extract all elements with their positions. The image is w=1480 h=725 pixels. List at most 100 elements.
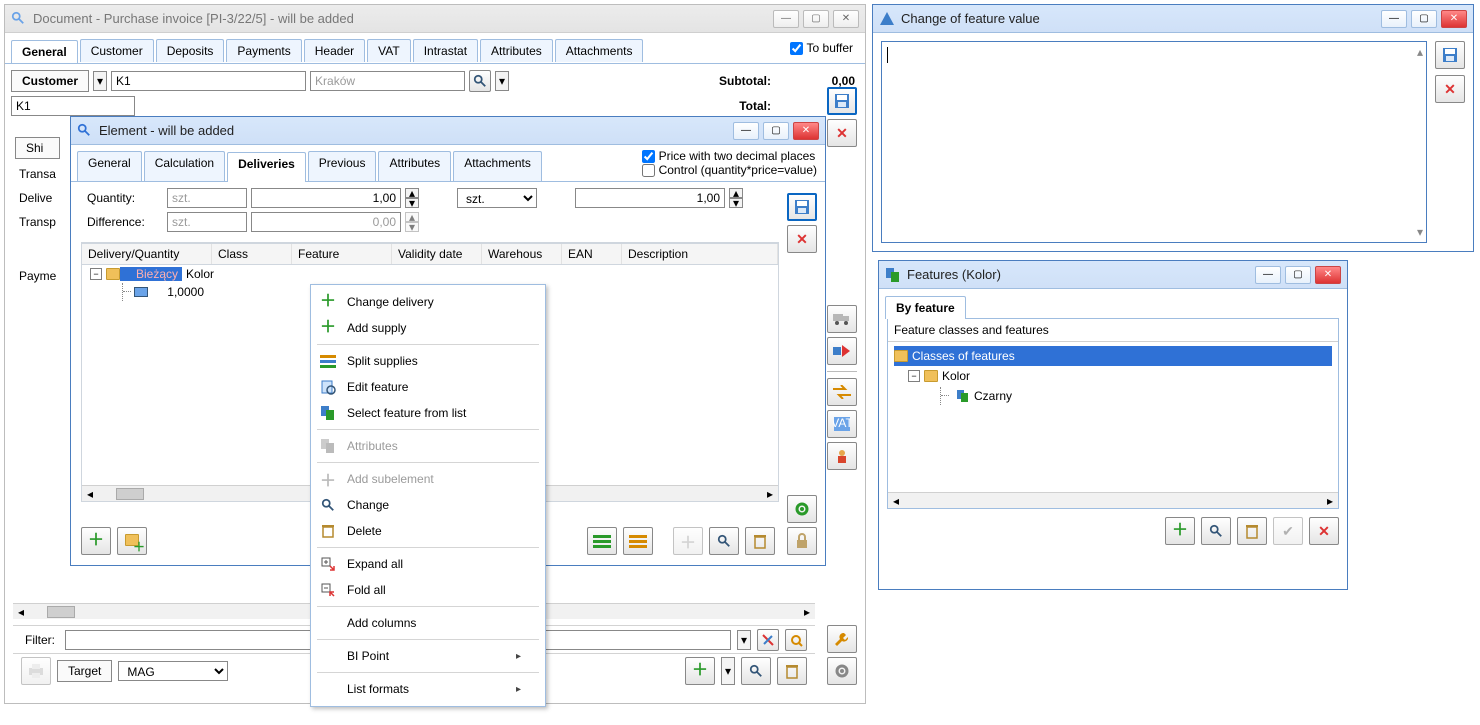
tab-customer[interactable]: Customer [80,39,154,62]
scroll-up-icon[interactable]: ▴ [1417,45,1423,59]
ele-tab-attributes[interactable]: Attributes [378,151,451,181]
feat-minimize[interactable]: — [1255,266,1281,284]
customer-dropdown[interactable]: ▾ [93,71,107,91]
tab-general[interactable]: General [11,40,78,63]
quantity-value2[interactable] [575,188,725,208]
minimize-button[interactable]: — [773,10,799,28]
tab-attachments[interactable]: Attachments [555,39,644,62]
doc-add-button[interactable]: ＋ [685,657,715,685]
ele-list2-button[interactable] [623,527,653,555]
col-validity[interactable]: Validity date [392,244,482,264]
quantity-unit2[interactable]: szt. [457,188,537,208]
cfv-titlebar[interactable]: Change of feature value — ▢ ✕ [873,5,1473,33]
ele-tab-deliveries[interactable]: Deliveries [227,152,306,182]
mi-fold-all[interactable]: Fold all [311,577,545,603]
cfv-textarea[interactable] [881,41,1427,243]
feat-search-button[interactable] [1201,517,1231,545]
ele-add-green[interactable]: ＋ [81,527,111,555]
cfv-maximize[interactable]: ▢ [1411,10,1437,28]
doc-delete-button[interactable]: ✕ [827,119,857,147]
ele-gear-button[interactable] [787,495,817,523]
feat-hscroll[interactable]: ◂▸ [888,492,1338,508]
to-buffer-checkbox[interactable]: To buffer [778,33,865,63]
ele-lock-button[interactable] [787,527,817,555]
truck-icon-button[interactable] [827,305,857,333]
ele-tab-attachments[interactable]: Attachments [453,151,542,181]
ele-delete-button[interactable]: ✕ [787,225,817,253]
doc-save-button[interactable] [827,87,857,115]
ele-tab-previous[interactable]: Previous [308,151,377,181]
qty2-down[interactable]: ▾ [729,198,743,208]
col-ean[interactable]: EAN [562,244,622,264]
cfv-save-button[interactable] [1435,41,1465,69]
doc-wrench-button[interactable] [827,625,857,653]
mi-bi-point[interactable]: BI Point▸ [311,643,545,669]
collapse-toggle[interactable]: − [908,370,920,382]
node-czarny[interactable]: Czarny [894,386,1332,406]
ele-tab-general[interactable]: General [77,151,142,181]
scroll-down-icon[interactable]: ▾ [1417,225,1423,239]
feature-tree[interactable]: Classes of features − Kolor Czarny [888,342,1338,492]
expand-toggle[interactable]: − [90,268,102,280]
mi-delete[interactable]: Delete [311,518,545,544]
feat-add-button[interactable]: ＋ [1165,517,1195,545]
tab-deposits[interactable]: Deposits [156,39,225,62]
doc-search-button[interactable] [741,657,771,685]
col-class[interactable]: Class [212,244,292,264]
ele-add-folder[interactable]: ＋ [117,527,147,555]
ele-minimize-button[interactable]: — [733,122,759,140]
node-root[interactable]: Classes of features [894,346,1332,366]
customer-code-input[interactable] [111,71,306,91]
vat-icon-button[interactable]: VAT [827,410,857,438]
node-kolor[interactable]: − Kolor [894,366,1332,386]
cfv-close[interactable]: ✕ [1441,10,1467,28]
qty-down[interactable]: ▾ [405,198,419,208]
customer-city-input[interactable] [310,71,465,91]
col-feature[interactable]: Feature [292,244,392,264]
feat-cancel-button[interactable]: ✕ [1309,517,1339,545]
price-two-dec-checkbox[interactable]: Price with two decimal places [642,149,817,163]
tab-intrastat[interactable]: Intrastat [413,39,478,62]
ele-maximize-button[interactable]: ▢ [763,122,789,140]
mi-select-feature[interactable]: Select feature from list [311,400,545,426]
red-arrow-button[interactable] [827,337,857,365]
feat-maximize[interactable]: ▢ [1285,266,1311,284]
control-checkbox[interactable]: Control (quantity*price=value) [642,163,817,177]
filter-settings-button[interactable] [785,629,807,651]
to-buffer-input[interactable] [790,42,803,55]
quantity-value[interactable] [251,188,401,208]
doc-add-dropdown[interactable]: ▾ [721,657,735,685]
tree-row-delivery[interactable]: − Bieżący Kolor [82,265,778,283]
tab-vat[interactable]: VAT [367,39,411,62]
maximize-button[interactable]: ▢ [803,10,829,28]
ele-tab-calculation[interactable]: Calculation [144,151,225,181]
mi-add-columns[interactable]: Add columns [311,610,545,636]
customer-lookup-dropdown[interactable]: ▾ [495,71,509,91]
mi-change[interactable]: Change [311,492,545,518]
col-delivery[interactable]: Delivery/Quantity [82,244,212,264]
doc-gear-button[interactable] [827,657,857,685]
customer-lookup-button[interactable] [469,70,491,92]
feat-titlebar[interactable]: Features (Kolor) — ▢ ✕ [879,261,1347,289]
cfv-cancel-button[interactable]: ✕ [1435,75,1465,103]
tab-payments[interactable]: Payments [226,39,301,62]
element-titlebar[interactable]: Element - will be added — ▢ ✕ [71,117,825,145]
cfv-minimize[interactable]: — [1381,10,1407,28]
filter-dropdown[interactable]: ▾ [737,630,751,650]
feat-close[interactable]: ✕ [1315,266,1341,284]
filter-apply-button[interactable] [757,629,779,651]
ele-search-button[interactable] [709,527,739,555]
ele-save-button[interactable] [787,193,817,221]
mi-edit-feature[interactable]: Edit feature [311,374,545,400]
col-description[interactable]: Description [622,244,778,264]
mi-split-supplies[interactable]: Split supplies [311,348,545,374]
feat-tab-byfeature[interactable]: By feature [885,296,966,319]
mi-add-supply[interactable]: ＋Add supply [311,315,545,341]
tab-attributes[interactable]: Attributes [480,39,553,62]
ele-trash-button[interactable] [745,527,775,555]
person-icon-button[interactable] [827,442,857,470]
mi-change-delivery[interactable]: ＋Change delivery [311,289,545,315]
mi-expand-all[interactable]: Expand all [311,551,545,577]
document-titlebar[interactable]: Document - Purchase invoice [PI-3/22/5] … [5,5,865,33]
target-select[interactable]: MAG [118,661,228,681]
